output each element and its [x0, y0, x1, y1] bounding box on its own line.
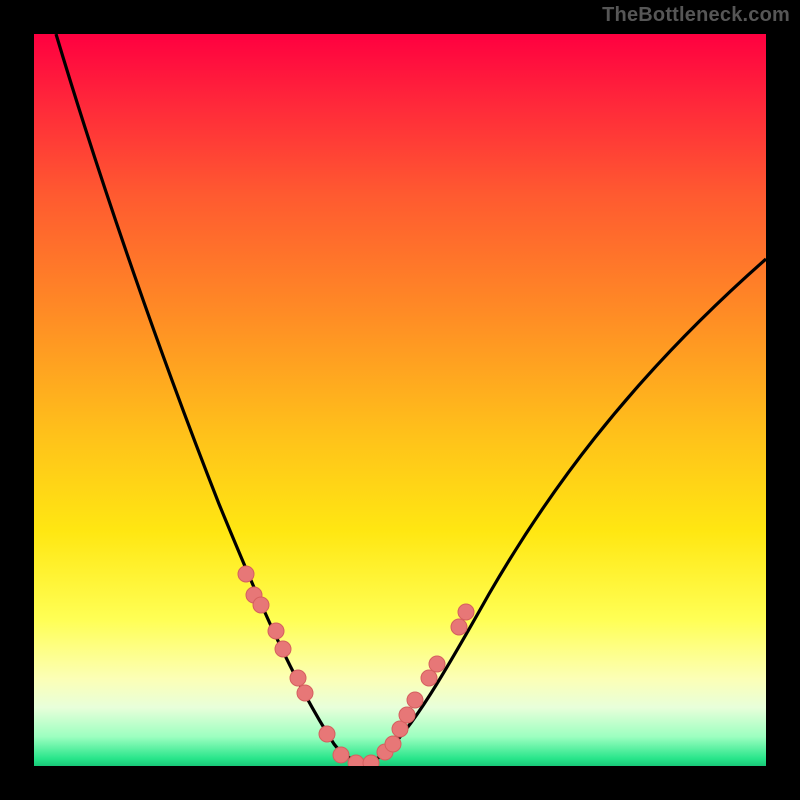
marker-dot: [399, 707, 415, 723]
marker-dot: [290, 670, 306, 686]
marker-dot: [421, 670, 437, 686]
marker-dot: [429, 656, 445, 672]
marker-dot: [363, 755, 379, 766]
marker-dot: [238, 566, 254, 582]
marker-group: [238, 566, 474, 766]
marker-dot: [319, 726, 335, 742]
outer-frame: TheBottleneck.com: [0, 0, 800, 800]
marker-dot: [253, 597, 269, 613]
marker-dot: [275, 641, 291, 657]
bottleneck-curve: [56, 34, 766, 761]
curve-layer: [34, 34, 766, 766]
marker-dot: [407, 692, 423, 708]
plot-area: [34, 34, 766, 766]
marker-dot: [451, 619, 467, 635]
marker-dot: [268, 623, 284, 639]
marker-dot: [333, 747, 349, 763]
marker-dot: [385, 736, 401, 752]
marker-dot: [458, 604, 474, 620]
marker-dot: [297, 685, 313, 701]
marker-dot: [348, 755, 364, 766]
marker-dot: [392, 721, 408, 737]
watermark-text: TheBottleneck.com: [602, 4, 790, 27]
